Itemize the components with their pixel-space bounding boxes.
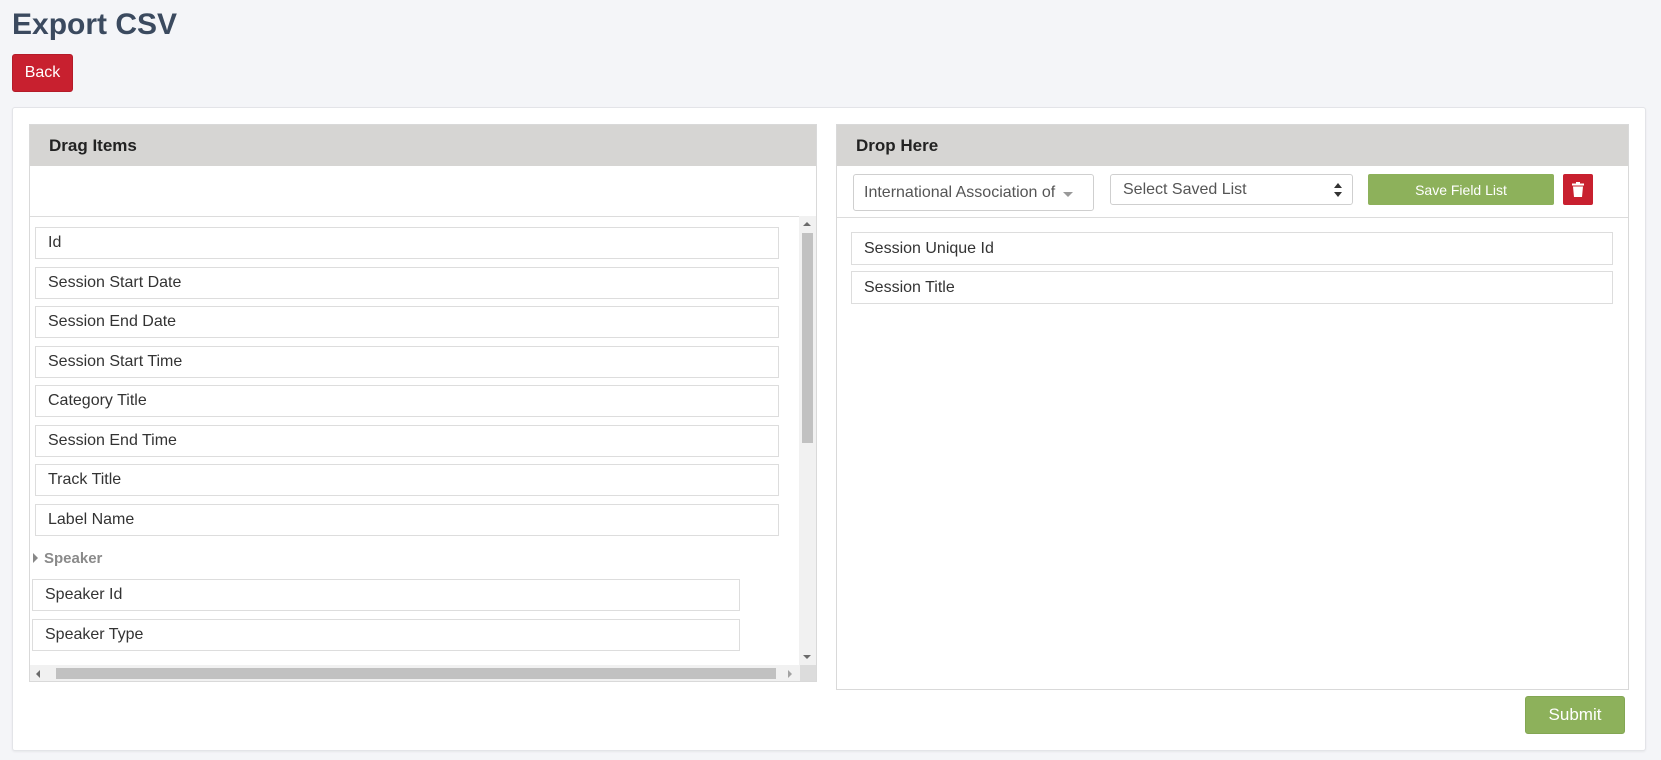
group-header-speaker[interactable]: Speaker <box>33 548 102 568</box>
draggable-field[interactable]: Session End Time <box>35 425 779 457</box>
draggable-field[interactable]: Session End Date <box>35 306 779 338</box>
submit-button[interactable]: Submit <box>1525 696 1625 734</box>
draggable-field[interactable]: Label Name <box>35 504 779 536</box>
drag-items-header: Drag Items <box>30 125 816 166</box>
drop-here-panel[interactable]: Drop Here International Association of S… <box>836 124 1629 690</box>
draggable-field[interactable]: Speaker Id <box>32 579 740 611</box>
scrollbar-corner <box>800 665 816 681</box>
horizontal-scrollbar[interactable] <box>30 665 800 681</box>
delete-list-button[interactable] <box>1563 174 1593 205</box>
caret-right-icon[interactable] <box>33 553 38 563</box>
scroll-up-icon[interactable] <box>803 222 811 226</box>
draggable-field[interactable]: Category Title <box>35 385 779 417</box>
draggable-field[interactable]: Speaker Type <box>32 619 740 651</box>
saved-list-select-value: Select Saved List <box>1123 180 1247 198</box>
dropped-field[interactable]: Session Title <box>851 271 1613 304</box>
drop-toolbar: International Association of Select Save… <box>837 166 1628 218</box>
select-arrows-icon <box>1334 183 1342 197</box>
scroll-thumb[interactable] <box>802 233 813 443</box>
group-label: Speaker <box>44 549 103 567</box>
saved-list-select[interactable]: Select Saved List <box>1110 174 1353 205</box>
save-field-list-button[interactable]: Save Field List <box>1368 174 1554 205</box>
organization-select[interactable]: International Association of <box>853 174 1094 211</box>
scroll-thumb[interactable] <box>56 668 776 679</box>
dropped-field[interactable]: Session Unique Id <box>851 232 1613 265</box>
back-button[interactable]: Back <box>12 54 73 92</box>
trash-icon <box>1572 182 1584 197</box>
draggable-field[interactable]: Session Start Date <box>35 267 779 299</box>
organization-select-value: International Association of <box>864 183 1056 201</box>
vertical-scrollbar[interactable] <box>799 216 816 665</box>
page-title: Export CSV <box>12 8 178 41</box>
chevron-down-icon <box>1063 192 1073 197</box>
drop-here-header: Drop Here <box>837 125 1628 166</box>
export-card: Drag Items Id Session Start Date Session… <box>12 107 1646 751</box>
drag-items-list[interactable]: Id Session Start Date Session End Date S… <box>30 216 800 665</box>
draggable-field[interactable]: Track Title <box>35 464 779 496</box>
drag-items-panel: Drag Items Id Session Start Date Session… <box>29 124 817 682</box>
scroll-right-icon[interactable] <box>788 670 792 678</box>
draggable-field[interactable]: Session Start Time <box>35 346 779 378</box>
drag-items-filter-area <box>30 166 816 217</box>
scroll-left-icon[interactable] <box>36 670 40 678</box>
draggable-field[interactable]: Id <box>35 227 779 259</box>
scroll-down-icon[interactable] <box>803 655 811 659</box>
